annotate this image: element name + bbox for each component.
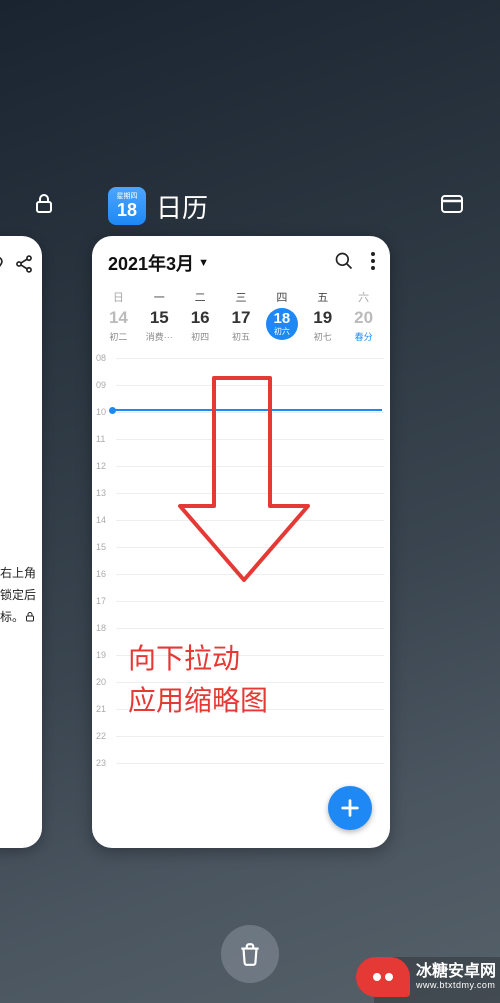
chevron-down-icon: ▼: [198, 257, 209, 269]
calendar-app-icon: 星期四 18: [108, 187, 146, 225]
splitscreen-icon[interactable]: [440, 194, 464, 219]
app-title[interactable]: 星期四 18 日历: [108, 187, 208, 225]
watermark-logo-icon: [356, 957, 410, 997]
clear-all-button[interactable]: [221, 925, 279, 983]
previous-app-card[interactable]: 右上角 锁定后 标。: [0, 236, 42, 848]
lock-icon[interactable]: [32, 192, 56, 221]
calendar-app-card[interactable]: 2021年3月▼ 日 一 二 三 四 五 六 14初二 15消费··· 16初四…: [92, 236, 390, 848]
small-lock-icon: [24, 611, 36, 623]
date-row[interactable]: 14初二 15消费··· 16初四 17初五 18初六 19初七 20春分: [92, 308, 390, 343]
share-icon: [14, 254, 34, 279]
more-icon[interactable]: [370, 251, 376, 276]
watermark: 冰糖安卓网 www.btxtdmy.com: [352, 951, 500, 1003]
month-selector[interactable]: 2021年3月▼: [108, 250, 209, 276]
search-icon[interactable]: [334, 251, 354, 276]
app-name-label: 日历: [156, 188, 208, 225]
timeline[interactable]: 08 09 10 11 12 13 14 15 16 17 18 19 20 2…: [92, 349, 390, 797]
prev-card-text: 右上角 锁定后 标。: [0, 562, 36, 628]
weekday-header: 日 一 二 三 四 五 六: [92, 288, 390, 306]
heart-icon: [0, 254, 4, 279]
current-time-indicator: [114, 409, 382, 411]
add-event-button[interactable]: [328, 786, 372, 830]
